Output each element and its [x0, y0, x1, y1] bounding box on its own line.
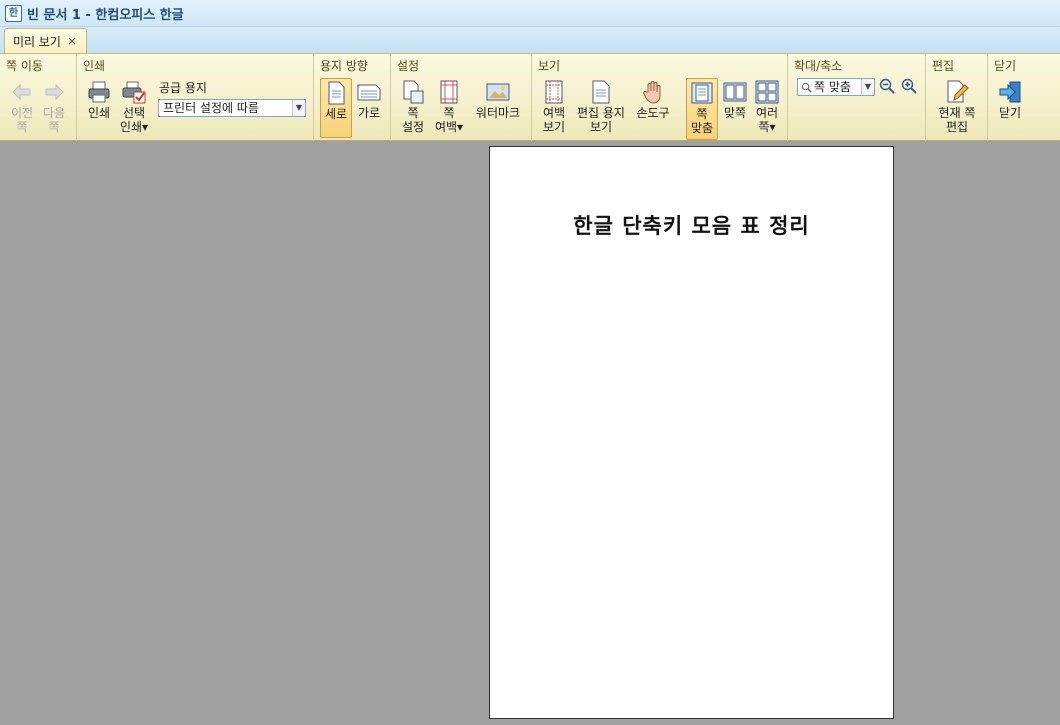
next-page-button[interactable]: 다음 쪽 — [40, 80, 68, 134]
zoom-out-icon[interactable] — [879, 78, 895, 94]
group-label: 용지 방향 — [320, 59, 368, 73]
document-icon — [592, 80, 610, 104]
chevron-down-icon[interactable]: ▼ — [292, 100, 305, 116]
document-page: 한글 단축키 모음 표 정리 — [489, 146, 894, 719]
page-setup-icon — [403, 80, 424, 104]
group-edit: 편집 현재 쪽 편집 — [926, 54, 988, 141]
prev-page-button[interactable]: 이전 쪽 — [8, 80, 36, 134]
group-label: 인쇄 — [83, 59, 106, 73]
group-label: 닫기 — [994, 59, 1017, 73]
paper-source-value: 프린터 설정에 따름 — [163, 101, 259, 115]
facing-pages-button[interactable]: 맞쪽 — [720, 80, 750, 120]
printer-check-icon — [122, 81, 146, 104]
group-zoom: 확대/축소 쪽 맞춤 ▼ — [788, 54, 926, 141]
watermark-button[interactable]: 워터마크 — [473, 80, 523, 120]
search-icon — [801, 82, 812, 93]
close-preview-button[interactable]: 닫기 — [994, 80, 1026, 120]
group-settings: 설정 쪽 설정 쪽 여백▾ 워터마크 — [391, 54, 532, 141]
arrow-right-icon — [45, 83, 64, 101]
paper-source-select[interactable]: 프린터 설정에 따름 ▼ — [158, 99, 306, 117]
group-page-nav: 쪽 이동 이전 쪽 다음 쪽 — [0, 54, 77, 141]
portrait-button[interactable]: 세로 — [320, 78, 352, 138]
hwp-app-icon: 한 — [5, 4, 22, 22]
tab-preview-label: 미리 보기 — [13, 34, 61, 49]
portrait-page-icon — [328, 81, 345, 105]
ribbon: 쪽 이동 이전 쪽 다음 쪽 인쇄 인쇄 선택 인쇄▾ 공급 용지 프린터 설정에 따… — [0, 53, 1060, 141]
group-close: 닫기 닫기 — [988, 54, 1060, 141]
print-button[interactable]: 인쇄 — [83, 80, 115, 120]
tab-preview[interactable]: 미리 보기 × — [4, 28, 87, 53]
window-title: 빈 문서 1 - 한컴오피스 한글 — [27, 7, 184, 23]
hand-tool-button[interactable]: 손도구 — [632, 80, 674, 120]
page-setup-button[interactable]: 쪽 설정 — [397, 80, 429, 134]
group-label: 편집 — [932, 59, 955, 73]
fit-page-icon — [691, 82, 713, 104]
margin-view-button[interactable]: 여백 보기 — [538, 80, 570, 134]
page-margin-button[interactable]: 쪽 여백▾ — [433, 80, 465, 134]
group-print: 인쇄 인쇄 선택 인쇄▾ 공급 용지 프린터 설정에 따름 ▼ — [77, 54, 314, 141]
landscape-button[interactable]: 가로 — [354, 80, 384, 120]
group-orientation: 용지 방향 세로 가로 — [314, 54, 391, 141]
select-print-button[interactable]: 선택 인쇄▾ — [117, 80, 151, 134]
hand-icon — [643, 81, 661, 104]
group-label: 설정 — [397, 59, 420, 73]
group-label: 확대/축소 — [794, 59, 843, 73]
edit-paper-view-button[interactable]: 편집 용지 보기 — [574, 80, 628, 134]
tab-bar: 미리 보기 × — [0, 27, 1060, 53]
tab-close-icon[interactable]: × — [67, 34, 77, 48]
arrow-left-icon — [12, 83, 31, 101]
title-bar: 한 빈 문서 1 - 한컴오피스 한글 — [0, 0, 1060, 27]
margin-view-icon — [545, 80, 563, 104]
fit-page-button[interactable]: 쪽 맞춤 — [686, 78, 718, 140]
multi-pages-icon — [755, 80, 779, 104]
group-label: 쪽 이동 — [6, 59, 43, 73]
two-pages-icon — [723, 82, 747, 102]
document-title: 한글 단축키 모음 표 정리 — [573, 214, 810, 238]
zoom-select[interactable]: 쪽 맞춤 ▼ — [797, 78, 875, 96]
page-margin-icon — [440, 80, 458, 104]
landscape-page-icon — [357, 84, 381, 101]
exit-door-icon — [999, 81, 1021, 103]
printer-icon — [88, 81, 110, 103]
multi-page-button[interactable]: 여러 쪽▾ — [752, 80, 782, 134]
edit-pencil-icon — [947, 80, 969, 103]
paper-source-label: 공급 용지 — [159, 81, 207, 95]
zoom-value: 쪽 맞춤 — [814, 80, 851, 94]
group-label: 보기 — [538, 59, 561, 73]
edit-current-page-button[interactable]: 현재 쪽 편집 — [930, 80, 984, 134]
zoom-in-icon[interactable] — [901, 78, 917, 94]
group-view: 보기 여백 보기 편집 용지 보기 손도구 쪽 맞춤 맞쪽 여러 쪽▾ — [532, 54, 788, 141]
watermark-image-icon — [486, 83, 510, 101]
chevron-down-icon[interactable]: ▼ — [861, 79, 874, 95]
